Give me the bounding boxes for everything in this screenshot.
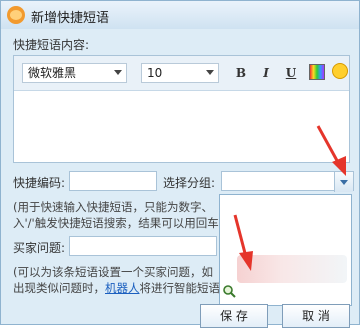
save-button[interactable]: 保 存: [200, 304, 268, 328]
phrase-editor[interactable]: 微软雅黑 10 B I U: [13, 55, 350, 163]
robot-link[interactable]: 机器人: [105, 281, 140, 295]
buyer-question-input[interactable]: [69, 236, 217, 256]
content-label: 快捷短语内容:: [13, 38, 90, 52]
bold-button[interactable]: B: [232, 64, 250, 82]
new-quick-phrase-dialog: 新增快捷短语 快捷短语内容: 微软雅黑 10 B I U 快捷编码: 选择分组:…: [0, 0, 360, 328]
buyer-question-label: 买家问题:: [13, 241, 66, 255]
search-icon[interactable]: [222, 284, 236, 298]
font-size-value: 10: [147, 66, 163, 80]
format-toolbar: 微软雅黑 10 B I U: [14, 56, 349, 91]
font-select[interactable]: 微软雅黑: [22, 63, 127, 83]
buyer-help-line2: 出现类似问题时，机器人将进行智能短语: [13, 280, 220, 296]
font-select-value: 微软雅黑: [28, 66, 77, 80]
underline-button[interactable]: U: [282, 64, 300, 82]
cancel-button[interactable]: 取 消: [282, 304, 350, 328]
code-help-line2: 入'/'触发快捷短语搜索，结果可以用回车: [13, 216, 219, 230]
app-logo-icon: [7, 6, 25, 24]
font-size-select[interactable]: 10: [141, 63, 219, 83]
code-label: 快捷编码:: [13, 176, 66, 190]
italic-button[interactable]: I: [257, 64, 275, 82]
window-title: 新增快捷短语: [31, 11, 110, 26]
buyer-help-text: 出现类似问题时，: [13, 281, 105, 295]
chevron-down-icon: [206, 70, 214, 75]
code-input[interactable]: [69, 171, 157, 191]
buyer-help-text-end: 将进行智能短语: [139, 281, 221, 295]
text-color-icon[interactable]: [309, 64, 325, 80]
code-help-line1: (用于快速输入快捷短语，只能为数字、: [13, 200, 213, 214]
annotation-arrow: [233, 214, 253, 271]
group-label: 选择分组:: [163, 176, 216, 190]
title-bar[interactable]: 新增快捷短语: [1, 1, 359, 29]
buyer-help-line1: (可以为该条短语设置一个买家问题，如: [13, 265, 213, 279]
annotation-arrow: [316, 125, 346, 176]
emoji-icon[interactable]: [332, 63, 348, 79]
chevron-down-icon: [114, 70, 122, 75]
